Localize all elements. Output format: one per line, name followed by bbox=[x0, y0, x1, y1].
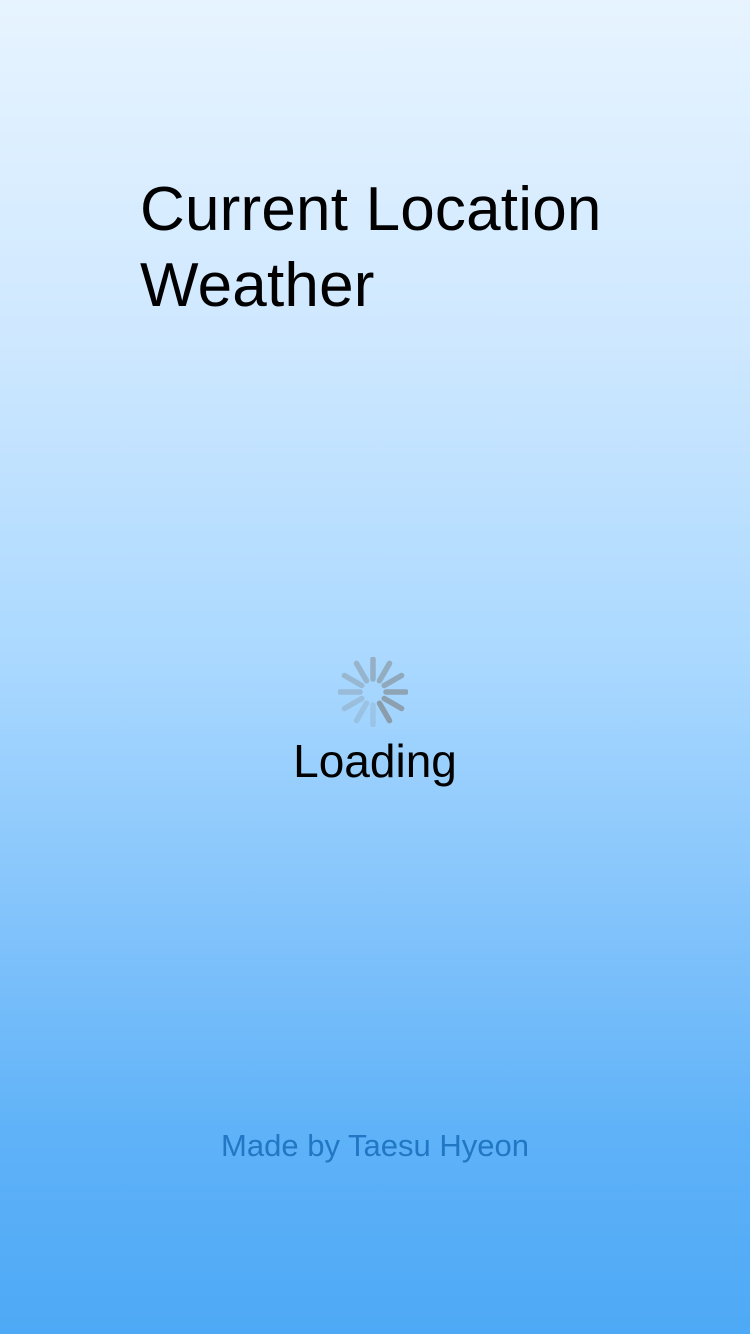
loading-screen: Current Location Weather Loading Made by… bbox=[0, 0, 750, 1334]
activity-spinner-icon bbox=[338, 657, 408, 727]
spinner-spoke bbox=[376, 660, 393, 684]
page-title-line-1: Current Location bbox=[140, 175, 602, 244]
page-title: Current Location Weather bbox=[140, 172, 660, 324]
spinner-spoke bbox=[381, 672, 405, 689]
page-title-line-2: Weather bbox=[140, 251, 375, 320]
spinner-spoke bbox=[353, 700, 370, 724]
spinner-spoke bbox=[381, 695, 405, 712]
footer-credit: Made by Taesu Hyeon bbox=[221, 1128, 529, 1163]
spinner-spoke bbox=[341, 695, 365, 712]
loading-label: Loading bbox=[293, 735, 457, 787]
spinner-spoke bbox=[353, 660, 370, 684]
spinner-spoke bbox=[341, 672, 365, 689]
spinner-spoke bbox=[376, 700, 393, 724]
